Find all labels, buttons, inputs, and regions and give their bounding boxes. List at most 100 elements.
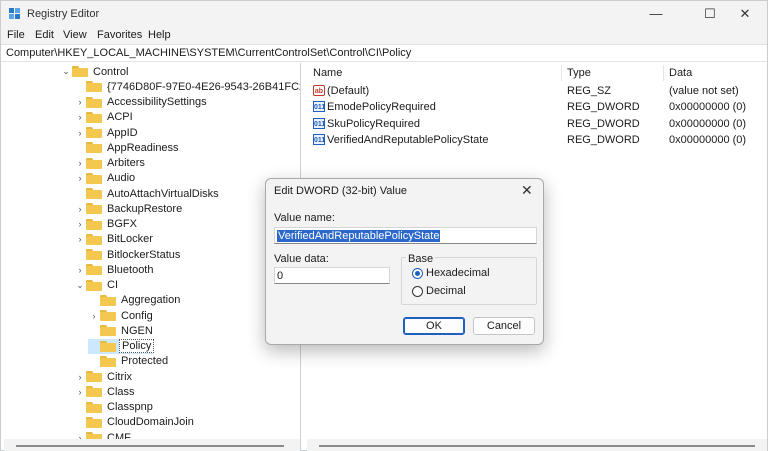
- tree-item[interactable]: › Arbiters: [74, 156, 147, 171]
- folder-icon: [86, 264, 102, 276]
- list-horizontal-scrollbar[interactable]: [307, 439, 767, 451]
- tree-item-label: AppID: [107, 126, 138, 139]
- registry-editor-window: Registry Editor — ☐ ✕ File Edit View Fav…: [0, 0, 768, 451]
- value-name: VerifiedAndReputablePolicyState: [327, 133, 489, 146]
- tree-item[interactable]: › BitLocker: [74, 232, 155, 247]
- chevron-right-icon[interactable]: ›: [74, 171, 86, 186]
- tree-item-label: NGEN: [121, 324, 153, 337]
- chevron-down-icon[interactable]: ⌄: [74, 278, 86, 293]
- chevron-right-icon[interactable]: ›: [74, 125, 86, 140]
- value-data-field[interactable]: 0: [274, 267, 390, 284]
- menu-favorites[interactable]: Favorites: [97, 29, 142, 41]
- menu-edit[interactable]: Edit: [35, 29, 54, 41]
- minimize-button[interactable]: —: [634, 1, 678, 27]
- tree-item-label: Control: [93, 65, 129, 78]
- chevron-right-icon[interactable]: [74, 186, 86, 201]
- column-divider[interactable]: [663, 65, 664, 81]
- chevron-right-icon[interactable]: ›: [74, 369, 86, 384]
- folder-icon: [100, 310, 116, 321]
- menu-file[interactable]: File: [7, 29, 25, 41]
- folder-icon: [86, 279, 102, 291]
- column-divider[interactable]: [561, 65, 562, 81]
- tree-item[interactable]: BitlockerStatus: [74, 247, 182, 262]
- tree-item[interactable]: › ACPI: [74, 110, 135, 125]
- tree-item-label: BGFX: [107, 218, 137, 230]
- value-type: REG_DWORD: [567, 101, 640, 114]
- decimal-radio[interactable]: [412, 286, 423, 297]
- chevron-right-icon[interactable]: [74, 415, 86, 430]
- value-row[interactable]: 011 EmodePolicyRequired REG_DWORD 0x0000000…: [307, 99, 767, 115]
- folder-icon: [100, 355, 116, 367]
- ok-button[interactable]: OK: [403, 317, 465, 335]
- key-tree-pane[interactable]: ⌄ Control {7746D80F-97E0-4E26-9543-26B41FC…: [4, 63, 301, 451]
- scrollbar-thumb[interactable]: [16, 445, 284, 447]
- chevron-right-icon[interactable]: [74, 79, 86, 94]
- chevron-right-icon[interactable]: ›: [74, 156, 86, 171]
- chevron-right-icon[interactable]: ›: [74, 110, 86, 125]
- value-row[interactable]: 011 SkuPolicyRequired REG_DWORD 0x00000000 …: [307, 116, 767, 132]
- tree-item[interactable]: Classpnp: [74, 400, 155, 415]
- tree-item[interactable]: › AppID: [74, 125, 140, 140]
- tree-item[interactable]: NGEN: [88, 323, 155, 338]
- chevron-right-icon[interactable]: [88, 354, 100, 369]
- tree-item[interactable]: › Config: [88, 308, 155, 323]
- chevron-right-icon[interactable]: [88, 323, 100, 338]
- tree-item[interactable]: Protected: [88, 354, 170, 369]
- chevron-right-icon[interactable]: ›: [74, 232, 86, 247]
- chevron-down-icon[interactable]: ⌄: [60, 64, 72, 79]
- chevron-right-icon[interactable]: [74, 247, 86, 262]
- tree-item[interactable]: ⌄ Control: [60, 64, 130, 79]
- cancel-button[interactable]: Cancel: [473, 317, 535, 335]
- tree-item[interactable]: › BGFX: [74, 217, 139, 232]
- tree-item[interactable]: AppReadiness: [74, 140, 181, 155]
- tree-item[interactable]: CloudDomainJoin: [74, 415, 196, 430]
- chevron-right-icon[interactable]: ›: [74, 384, 86, 399]
- tree-item[interactable]: {7746D80F-97E0-4E26-9543-26B41FC22F7: [74, 79, 300, 94]
- address-bar[interactable]: Computer\HKEY_LOCAL_MACHINE\SYSTEM\Curre…: [1, 44, 767, 62]
- chevron-right-icon[interactable]: [74, 400, 86, 415]
- decimal-label[interactable]: Decimal: [426, 285, 466, 297]
- dialog-close-icon[interactable]: ✕: [521, 182, 533, 199]
- scrollbar-thumb[interactable]: [319, 445, 755, 447]
- chevron-right-icon[interactable]: [74, 140, 86, 155]
- tree-item-label: {7746D80F-97E0-4E26-9543-26B41FC22F7: [107, 80, 300, 93]
- menu-view[interactable]: View: [63, 29, 87, 41]
- registry-editor-icon: [9, 8, 22, 21]
- tree-item[interactable]: ⌄ CI: [74, 278, 120, 293]
- dialog-title: Edit DWORD (32-bit) Value: [274, 185, 408, 197]
- value-row[interactable]: ab (Default) REG_SZ (value not set): [307, 83, 767, 99]
- hexadecimal-radio[interactable]: [412, 268, 423, 279]
- folder-icon: [86, 371, 102, 382]
- tree-item[interactable]: › Citrix: [74, 369, 134, 384]
- column-header-data[interactable]: Data: [669, 67, 692, 79]
- tree-item[interactable]: › Bluetooth: [74, 262, 155, 277]
- tree-item[interactable]: › BackupRestore: [74, 201, 184, 216]
- string-value-icon: ab: [313, 85, 325, 96]
- chevron-right-icon[interactable]: ›: [88, 308, 100, 323]
- address-path[interactable]: Computer\HKEY_LOCAL_MACHINE\SYSTEM\Curre…: [6, 47, 411, 59]
- chevron-right-icon[interactable]: [88, 293, 100, 308]
- chevron-right-icon[interactable]: ›: [74, 217, 86, 232]
- close-window-button[interactable]: ✕: [723, 1, 767, 27]
- menu-help[interactable]: Help: [148, 29, 171, 41]
- tree-item[interactable]: › Audio: [74, 171, 137, 186]
- tree-item[interactable]: Aggregation: [88, 293, 182, 308]
- value-name-field[interactable]: VerifiedAndReputablePolicyState: [274, 227, 537, 244]
- folder-icon: [86, 96, 102, 108]
- hexadecimal-label[interactable]: Hexadecimal: [426, 267, 490, 279]
- tree-item[interactable]: Policy: [88, 338, 155, 354]
- title-bar[interactable]: Registry Editor — ☐ ✕: [1, 1, 767, 27]
- chevron-right-icon[interactable]: ›: [74, 201, 86, 216]
- chevron-right-icon[interactable]: ›: [74, 95, 86, 110]
- value-name: (Default): [327, 85, 370, 97]
- tree-item[interactable]: AutoAttachVirtualDisks: [74, 186, 221, 201]
- tree-item[interactable]: › Class: [74, 384, 137, 399]
- column-header-type[interactable]: Type: [567, 67, 591, 79]
- chevron-right-icon[interactable]: ›: [74, 262, 86, 277]
- tree-item[interactable]: › AccessibilitySettings: [74, 95, 209, 110]
- chevron-right-icon[interactable]: [88, 339, 100, 354]
- tree-horizontal-scrollbar[interactable]: [4, 439, 300, 451]
- value-type: REG_DWORD: [567, 117, 640, 130]
- column-header-name[interactable]: Name: [313, 67, 342, 79]
- value-row[interactable]: 011 VerifiedAndReputablePolicyState REG_DW…: [307, 132, 767, 148]
